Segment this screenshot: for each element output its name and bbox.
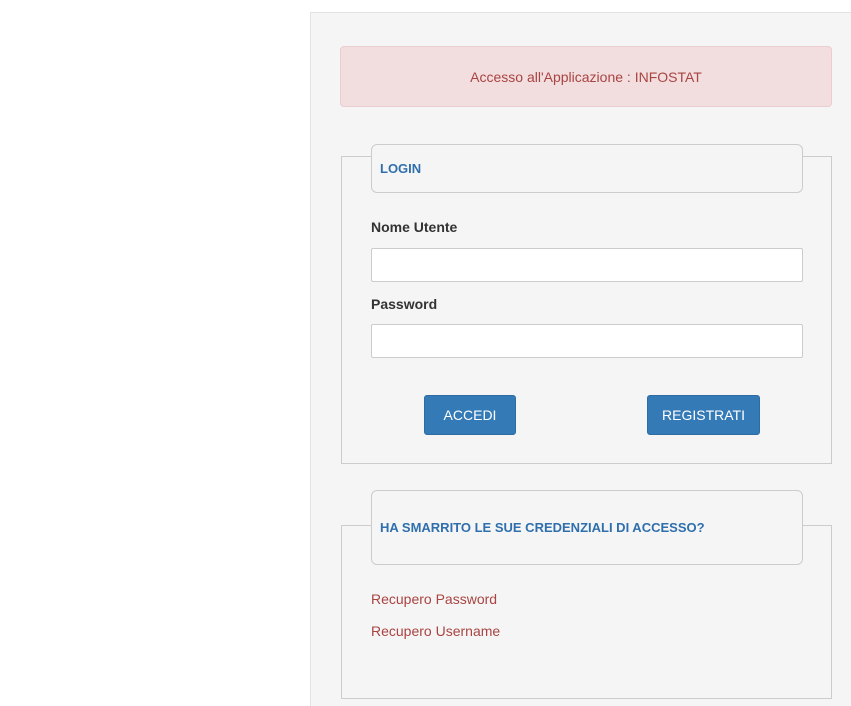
application-alert: Accesso all'Applicazione : INFOSTAT [340,46,832,107]
recover-password-link[interactable]: Recupero Password [371,591,497,607]
username-label: Nome Utente [371,219,458,235]
username-input[interactable] [371,248,803,282]
login-legend: LOGIN [371,144,803,193]
login-button[interactable]: ACCEDI [424,395,516,435]
recover-username-link[interactable]: Recupero Username [371,623,500,639]
login-fieldset: LOGIN Nome Utente Password ACCEDI REGIST… [341,144,832,464]
alert-text: Accesso all'Applicazione : INFOSTAT [470,68,702,85]
login-panel: Accesso all'Applicazione : INFOSTAT LOGI… [310,12,851,706]
register-button-label: REGISTRATI [662,407,745,423]
login-button-label: ACCEDI [443,407,497,423]
recovery-legend: HA SMARRITO LE SUE CREDENZIALI DI ACCESS… [371,490,803,565]
recovery-fieldset: HA SMARRITO LE SUE CREDENZIALI DI ACCESS… [341,490,832,699]
register-button[interactable]: REGISTRATI [647,395,760,435]
login-legend-text: LOGIN [380,161,422,176]
recovery-legend-text: HA SMARRITO LE SUE CREDENZIALI DI ACCESS… [380,520,705,535]
password-input[interactable] [371,324,803,358]
password-label: Password [371,296,438,312]
